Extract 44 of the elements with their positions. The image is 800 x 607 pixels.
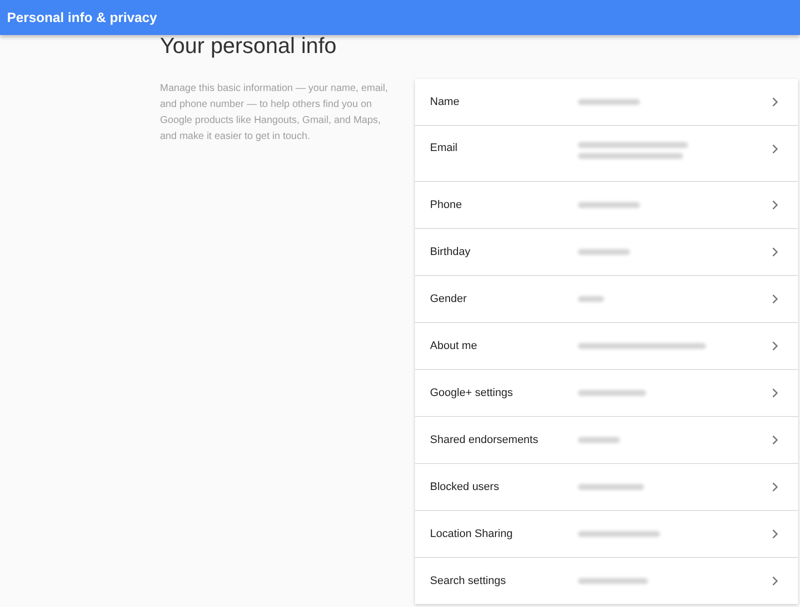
blurred-value	[578, 202, 640, 208]
chevron-right-icon	[772, 144, 778, 154]
description-text: Manage this basic information — your name, email, and phone number — to help others find you on Google products like Hangouts, Gmail, and Maps, and make it easier to get in touch.	[160, 82, 389, 144]
chevron-right-icon	[772, 341, 778, 351]
info-row[interactable]: Gender	[415, 276, 798, 323]
row-label: Google+ settings	[430, 387, 514, 399]
chevron-right-icon	[772, 247, 778, 257]
info-row[interactable]: Location Sharing	[415, 511, 798, 558]
row-label: Gender	[430, 293, 468, 305]
info-row[interactable]: Name	[415, 79, 798, 126]
chevron-right-icon	[772, 294, 778, 304]
info-row[interactable]: About me	[415, 323, 798, 370]
info-row[interactable]: Search settings	[415, 558, 798, 604]
blurred-value	[578, 390, 646, 396]
info-row[interactable]: Google+ settings	[415, 370, 798, 417]
chevron-right-icon	[772, 529, 778, 539]
info-row[interactable]: Birthday	[415, 229, 798, 276]
chevron-right-icon	[772, 482, 778, 492]
row-label: Birthday	[430, 246, 472, 258]
blurred-value	[578, 578, 648, 584]
chevron-right-icon	[772, 97, 778, 107]
chevron-right-icon	[772, 388, 778, 398]
row-label: Shared endorsements	[430, 434, 540, 446]
row-label: Search settings	[430, 575, 507, 587]
row-label: Location Sharing	[430, 528, 514, 540]
row-label: Blocked users	[430, 481, 500, 493]
chevron-right-icon	[772, 435, 778, 445]
blurred-value	[578, 99, 640, 105]
row-label: About me	[430, 340, 478, 352]
info-row[interactable]: Phone	[415, 182, 798, 229]
info-row[interactable]: Blocked users	[415, 464, 798, 511]
app-bar-title: Personal info & privacy	[7, 10, 158, 25]
info-row[interactable]: Email	[415, 126, 798, 182]
page-heading: Your personal info	[160, 35, 338, 57]
blurred-value	[578, 437, 620, 443]
chevron-right-icon	[772, 200, 778, 210]
chevron-right-icon	[772, 576, 778, 586]
blurred-value	[578, 249, 630, 255]
blurred-value	[578, 296, 604, 302]
row-label: Phone	[430, 199, 463, 211]
blurred-value	[578, 484, 644, 490]
info-row[interactable]: Shared endorsements	[415, 417, 798, 464]
row-label: Email	[430, 142, 459, 154]
row-label: Name	[430, 96, 460, 108]
